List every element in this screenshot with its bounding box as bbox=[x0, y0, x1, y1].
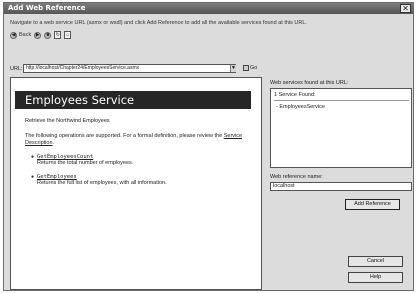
operations-intro: The following operations are supported. … bbox=[25, 133, 250, 147]
arrow-left-icon: ◀ bbox=[10, 31, 17, 39]
services-label: Web services found at this URL: bbox=[270, 80, 349, 86]
dialog-title: Add Web Reference bbox=[8, 4, 86, 12]
services-list[interactable]: 1 Service Found: - EmployeesService bbox=[270, 88, 412, 168]
help-button[interactable]: Help bbox=[348, 272, 403, 283]
chevron-down-icon[interactable]: ▼ bbox=[230, 65, 236, 72]
operations-list: ● GetEmployeesCount Returns the total nu… bbox=[31, 154, 251, 194]
service-item[interactable]: - EmployeesService bbox=[276, 104, 325, 110]
back-button[interactable]: ◀ Back bbox=[10, 31, 32, 39]
list-item: ● GetEmployeesCount Returns the total nu… bbox=[31, 154, 251, 166]
reference-name-input[interactable]: localhost bbox=[270, 182, 412, 191]
ops-text-prefix: The following operations are supported. … bbox=[25, 133, 224, 139]
url-input[interactable]: http://localhost/Chapter24/EmployeesServ… bbox=[23, 64, 236, 73]
arrow-right-icon[interactable]: ▶ bbox=[34, 31, 42, 39]
go-label: Go bbox=[250, 65, 258, 71]
back-label: Back bbox=[19, 32, 32, 38]
add-reference-button[interactable]: Add Reference bbox=[345, 199, 400, 210]
stop-icon[interactable]: ■ bbox=[44, 31, 52, 39]
service-description: Retrieve the Northwind Employees bbox=[25, 118, 110, 124]
url-label: URL: bbox=[10, 66, 23, 72]
add-web-reference-dialog: Add Web Reference ✕ Navigate to a web se… bbox=[3, 2, 414, 291]
instruction-text: Navigate to a web service URL (asmx or w… bbox=[10, 20, 307, 26]
reference-name-label: Web reference name: bbox=[270, 174, 323, 180]
list-item: ● GetEmployees Returns the full list of … bbox=[31, 174, 251, 186]
ops-text-suffix: . bbox=[52, 140, 55, 146]
operation-description: Returns the total number of employees. bbox=[37, 160, 134, 166]
go-icon bbox=[243, 65, 249, 71]
close-button[interactable]: ✕ bbox=[400, 4, 411, 13]
navigation-toolbar: ◀ Back ▶ ■ ↻ ⌂ bbox=[10, 30, 72, 40]
title-bar: Add Web Reference ✕ bbox=[4, 3, 413, 14]
operation-description: Returns the full list of employees, with… bbox=[37, 180, 167, 186]
services-count: 1 Service Found: bbox=[274, 92, 316, 98]
divider bbox=[274, 100, 409, 101]
refresh-icon[interactable]: ↻ bbox=[54, 31, 62, 39]
home-icon[interactable]: ⌂ bbox=[64, 31, 72, 39]
browser-pane: Employees Service Retrieve the Northwind… bbox=[10, 77, 262, 290]
service-title: Employees Service bbox=[25, 93, 135, 107]
go-button[interactable]: Go bbox=[243, 65, 257, 71]
cancel-button[interactable]: Cancel bbox=[348, 256, 403, 267]
service-banner: Employees Service bbox=[15, 91, 251, 109]
